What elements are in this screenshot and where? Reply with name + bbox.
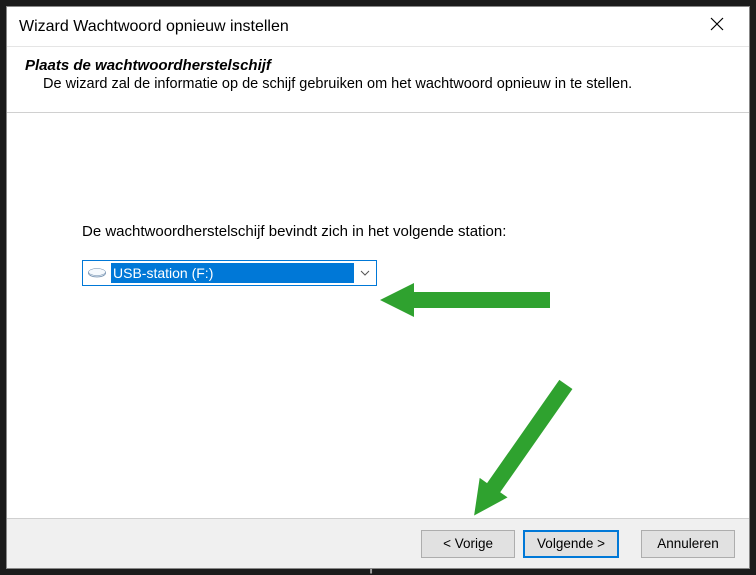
wizard-footer: < Vorige Volgende > Annuleren [7,518,749,568]
drive-select-value: USB-station (F:) [111,263,354,283]
titlebar: Wizard Wachtwoord opnieuw instellen [7,7,749,47]
drive-icon [87,266,107,280]
drive-select[interactable]: USB-station (F:) [82,260,377,286]
titlebar-text: Wizard Wachtwoord opnieuw instellen [19,18,289,36]
close-icon [710,17,724,36]
annotation-arrow-combo [380,275,555,330]
annotation-arrow-next [440,370,600,535]
chevron-down-icon [354,261,376,285]
content-area: De wachtwoordherstelschijf bevindt zich … [7,113,749,518]
cancel-button[interactable]: Annuleren [641,530,735,558]
header-title: Plaats de wachtwoordherstelschijf [25,57,729,74]
close-button[interactable] [697,7,737,47]
header-subtitle: De wizard zal de informatie op de schijf… [43,76,729,92]
wizard-header: Plaats de wachtwoordherstelschijf De wiz… [7,47,749,110]
wizard-dialog: Wizard Wachtwoord opnieuw instellen Plaa… [6,6,750,569]
drive-label: De wachtwoordherstelschijf bevindt zich … [82,223,679,240]
